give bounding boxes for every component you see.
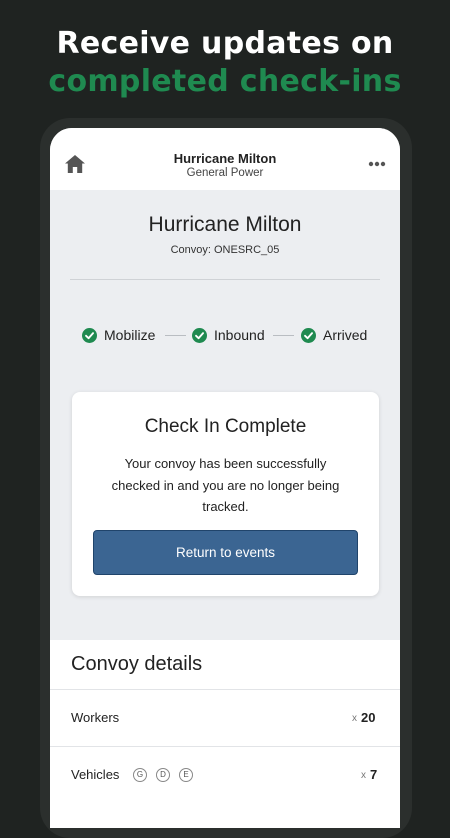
check-in-card: Check In Complete Your convoy has been s… xyxy=(72,392,379,596)
app-bar: Hurricane Milton General Power xyxy=(50,128,400,190)
promo-headline-accent: completed check-ins xyxy=(48,64,402,99)
card-message: Your convoy has been successfully checke… xyxy=(111,456,340,514)
check-circle-icon xyxy=(82,327,97,343)
event-title: Hurricane Milton xyxy=(148,213,302,236)
app-bar-title: Hurricane Milton xyxy=(173,151,277,166)
multiplier-symbol: x xyxy=(361,770,366,781)
card-title: Check In Complete xyxy=(144,416,307,437)
workers-label: Workers xyxy=(71,710,120,725)
step-label: Arrived xyxy=(323,327,368,343)
section-title: Convoy details xyxy=(71,653,203,675)
vehicle-type-badge-e: E xyxy=(179,768,193,782)
convoy-id: Convoy: ONESRC_05 xyxy=(170,244,280,256)
promo-headline: Receive updates on xyxy=(56,26,394,61)
step-label: Mobilize xyxy=(104,327,156,343)
step-arrived: Arrived xyxy=(301,326,367,344)
divider xyxy=(50,746,400,747)
promo-banner: Receive updates on completed check-ins xyxy=(0,0,450,120)
vehicles-count: 7 xyxy=(370,767,378,782)
vehicle-type-badge-g: G xyxy=(133,768,147,782)
step-label: Inbound xyxy=(214,327,265,343)
step-mobilize: Mobilize xyxy=(82,326,155,344)
step-connector xyxy=(273,335,294,336)
vehicles-label: Vehicles xyxy=(71,767,120,782)
step-connector xyxy=(165,335,186,336)
workers-count: 20 xyxy=(361,710,376,725)
return-to-events-button[interactable]: Return to events xyxy=(93,530,358,575)
step-inbound: Inbound xyxy=(192,326,265,344)
check-circle-icon xyxy=(301,327,316,343)
app-bar-subtitle: General Power xyxy=(186,167,264,179)
app-screen: Hurricane Milton General Power Hurricane… xyxy=(50,128,400,828)
home-icon[interactable] xyxy=(65,155,85,173)
divider xyxy=(50,689,400,690)
vehicle-type-badge-d: D xyxy=(156,768,170,782)
more-icon[interactable] xyxy=(368,161,386,167)
multiplier-symbol: x xyxy=(352,713,357,724)
divider xyxy=(70,279,380,280)
check-circle-icon xyxy=(192,327,207,343)
